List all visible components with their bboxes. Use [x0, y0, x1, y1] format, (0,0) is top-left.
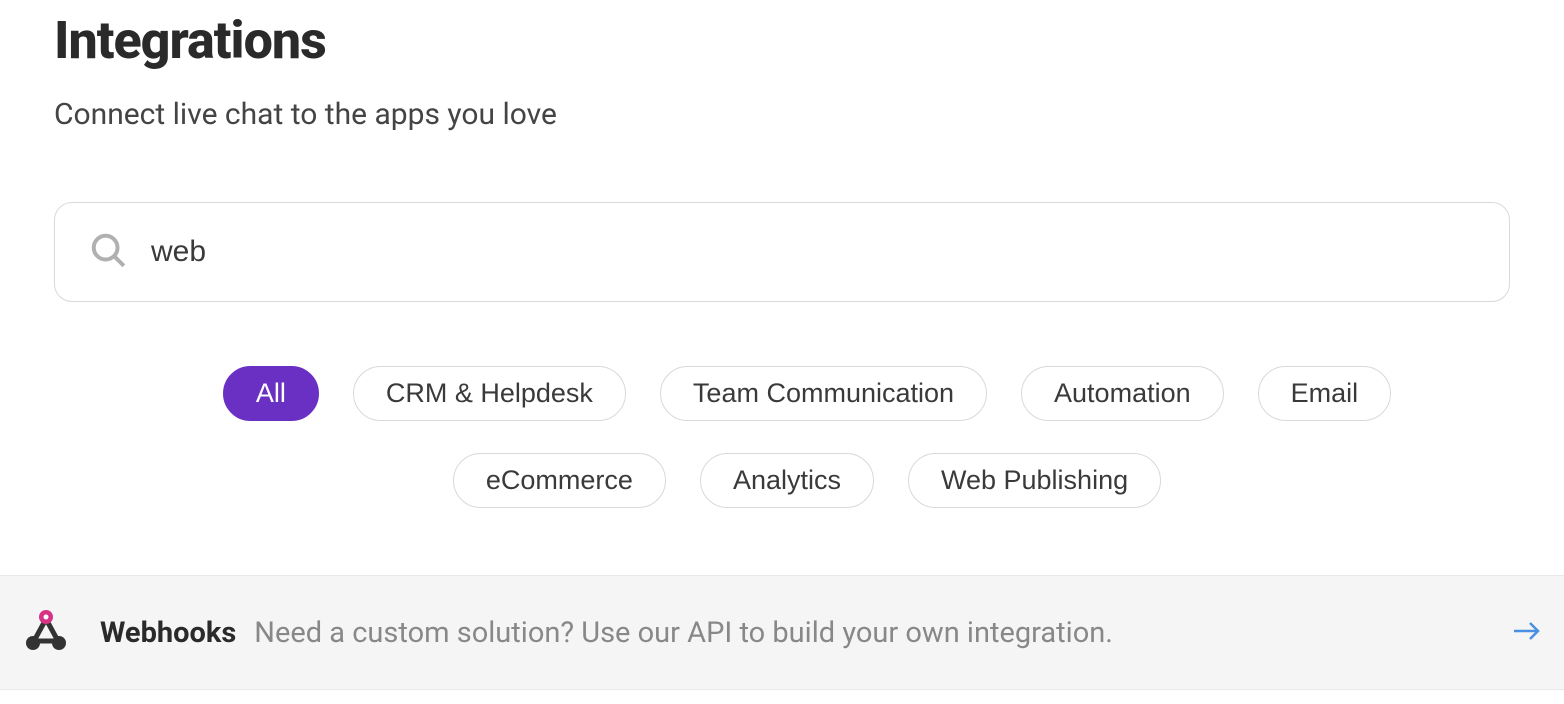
filter-crm-helpdesk[interactable]: CRM & Helpdesk: [353, 366, 626, 421]
filter-analytics[interactable]: Analytics: [700, 453, 874, 508]
filter-web-publishing[interactable]: Web Publishing: [908, 453, 1161, 508]
filter-team-communication[interactable]: Team Communication: [660, 366, 987, 421]
search-icon: [89, 231, 127, 273]
search-input[interactable]: [151, 235, 1475, 269]
page-title: Integrations: [54, 10, 1510, 71]
filter-row: All CRM & Helpdesk Team Communication Au…: [54, 366, 1510, 508]
page-subtitle: Connect live chat to the apps you love: [54, 97, 1510, 132]
filter-all[interactable]: All: [223, 366, 319, 421]
filter-automation[interactable]: Automation: [1021, 366, 1224, 421]
webhooks-bar[interactable]: Webhooks Need a custom solution? Use our …: [0, 575, 1564, 690]
filter-email[interactable]: Email: [1258, 366, 1392, 421]
webhooks-text: Webhooks Need a custom solution? Use our …: [100, 616, 1484, 650]
filter-ecommerce[interactable]: eCommerce: [453, 453, 666, 508]
webhooks-icon: [20, 607, 72, 659]
webhooks-label: Webhooks: [100, 616, 236, 650]
arrow-right-icon: [1512, 618, 1542, 648]
webhooks-description: Need a custom solution? Use our API to b…: [254, 616, 1113, 650]
search-wrapper[interactable]: [54, 202, 1510, 302]
